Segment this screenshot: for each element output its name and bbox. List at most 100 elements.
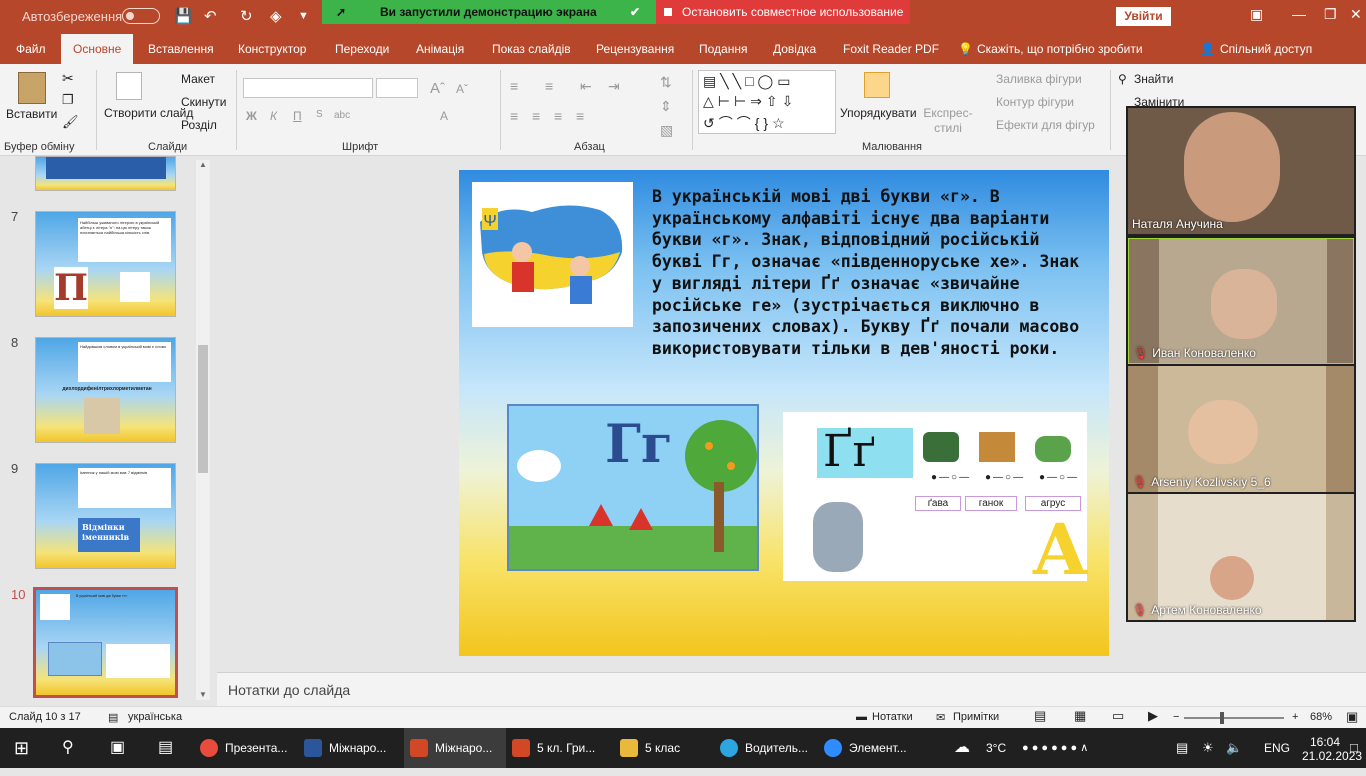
slide-thumbnail-10-selected[interactable]: В українській мові дві букви «г».	[33, 587, 178, 698]
bold-button[interactable]: Ж	[246, 109, 257, 123]
outdent-icon[interactable]: ⇥	[608, 78, 620, 95]
tray-icons[interactable]: ● ● ● ● ● ● ∧	[1022, 728, 1088, 768]
slide-body-text[interactable]: В українській мові дві букви «г». В укра…	[652, 186, 1087, 360]
keyboard-language[interactable]: ENG	[1264, 728, 1290, 768]
tell-me-search[interactable]: Скажіть, що потрібно зробити	[977, 42, 1143, 56]
font-family-select[interactable]	[243, 78, 373, 98]
slide-thumbnail-9[interactable]: Іменник у нашій мові має 7 відмінків Від…	[35, 463, 176, 569]
language-indicator[interactable]: українська	[128, 711, 182, 723]
ukraine-map-image[interactable]: Ψ	[472, 182, 633, 327]
zoom-in-icon[interactable]: +	[1292, 711, 1298, 723]
notes-pane[interactable]: Нотатки до слайда	[217, 672, 1366, 706]
zoom-out-icon[interactable]: −	[1173, 711, 1179, 723]
zoom-slider-handle[interactable]	[1220, 712, 1224, 724]
slide-thumbnail-8[interactable]: Найдовшим словом в українській мові є сл…	[35, 337, 176, 443]
slide-thumbnail-6[interactable]	[35, 156, 176, 191]
tab-transitions[interactable]: Переходи	[335, 42, 389, 56]
shape-row-2-icon[interactable]: △⊢⊢⇒⇧⇩	[703, 93, 797, 110]
align-text-icon[interactable]: ⇕	[660, 98, 672, 115]
copy-icon[interactable]: ❐	[62, 92, 74, 108]
temperature[interactable]: 3°C	[986, 728, 1006, 768]
taskbar-app-powerpoint-active[interactable]: Міжнаро...	[404, 728, 506, 768]
tab-help[interactable]: Довідка	[773, 42, 816, 56]
file-explorer-icon[interactable]: ▤	[158, 728, 173, 768]
fit-slide-icon[interactable]: ▣	[1346, 709, 1358, 725]
shape-row-1-icon[interactable]: ▤╲╲□◯▭	[703, 73, 794, 90]
autosave-toggle[interactable]	[122, 8, 160, 24]
letter-ge-picture[interactable]: Ґґ ●—○— ●—○— ●—○— ґава ганок агрус A	[783, 412, 1087, 591]
reading-view-icon[interactable]: ▭	[1112, 708, 1124, 724]
comments-toggle[interactable]: Примітки	[953, 711, 999, 723]
taskbar-app-telegram[interactable]: Водитель...	[716, 728, 816, 768]
volume-icon[interactable]: 🔈	[1226, 728, 1242, 768]
scroll-down-icon[interactable]: ▼	[199, 690, 207, 699]
tab-insert[interactable]: Вставлення	[148, 42, 214, 56]
redo-icon[interactable]: ↻	[240, 7, 253, 25]
strike-icon[interactable]: S	[316, 109, 323, 120]
shape-fill-button[interactable]: Заливка фігури	[996, 72, 1082, 86]
shrink-font-icon[interactable]: Aˇ	[456, 82, 468, 96]
spellcheck-icon[interactable]: ▤	[108, 711, 118, 724]
tab-animations[interactable]: Анімація	[416, 42, 464, 56]
shape-row-3-icon[interactable]: ↺⌒⌒{}☆	[703, 113, 789, 133]
new-slide-icon[interactable]	[116, 72, 142, 100]
slide-sorter-icon[interactable]: ▦	[1074, 708, 1086, 724]
section-button[interactable]: Розділ	[181, 118, 217, 132]
strikethrough-button[interactable]: abc	[334, 110, 350, 121]
text-direction-icon[interactable]: ⇅	[660, 74, 672, 91]
indent-icon[interactable]: ⇤	[580, 78, 592, 95]
bullets-icon[interactable]: ≡	[510, 78, 518, 94]
justify-icon[interactable]: ≡	[576, 108, 584, 124]
reset-button[interactable]: Скинути	[181, 95, 226, 109]
restore-icon[interactable]: ❐	[1324, 6, 1337, 23]
cut-icon[interactable]: ✂	[62, 70, 74, 87]
taskbar-app-folder[interactable]: 5 клас	[616, 728, 712, 768]
participant-tile[interactable]: Наталя Анучина	[1128, 108, 1354, 234]
underline-button[interactable]: П	[293, 109, 302, 123]
wifi-icon[interactable]: ☀	[1202, 728, 1214, 768]
login-button[interactable]: Увійти	[1116, 7, 1171, 26]
slideshow-icon[interactable]: ◈	[270, 7, 282, 25]
save-icon[interactable]: 💾	[174, 7, 193, 25]
taskbar-app-word[interactable]: Міжнаро...	[300, 728, 400, 768]
shapes-gallery[interactable]: ▤╲╲□◯▭ △⊢⊢⇒⇧⇩ ↺⌒⌒{}☆	[698, 70, 836, 134]
network-icon[interactable]: ▤	[1176, 728, 1188, 768]
tab-file[interactable]: Файл	[16, 42, 46, 56]
find-button[interactable]: Знайти	[1134, 72, 1173, 86]
close-icon[interactable]: ✕	[1350, 6, 1362, 23]
participant-tile[interactable]: 🎙 Иван Коноваленко	[1128, 238, 1354, 364]
share-button[interactable]: Спільний доступ	[1220, 42, 1312, 56]
normal-view-icon[interactable]: ▤	[1034, 708, 1046, 724]
weather-cloud-icon[interactable]: ☁	[954, 728, 970, 768]
customize-toolbar-icon[interactable]: ▼	[298, 10, 309, 22]
paste-button[interactable]: Вставити	[6, 107, 57, 121]
shape-effects-button[interactable]: Ефекти для фігур	[996, 118, 1095, 132]
layout-button[interactable]: Макет	[181, 72, 215, 86]
letter-g-picture[interactable]: Гг	[507, 404, 759, 571]
windows-start-icon[interactable]: ⊞	[14, 728, 29, 768]
smartart-icon[interactable]: ▧	[660, 122, 673, 139]
font-color-button[interactable]: А	[440, 109, 448, 123]
scrollbar-thumb[interactable]	[198, 345, 208, 473]
notifications-icon[interactable]: □	[1350, 728, 1358, 768]
tab-view[interactable]: Подання	[699, 42, 747, 56]
tab-home[interactable]: Основне	[61, 34, 134, 64]
undo-icon[interactable]: ↶	[204, 7, 217, 25]
grow-font-icon[interactable]: Aˆ	[430, 80, 445, 97]
font-size-select[interactable]	[376, 78, 418, 98]
new-slide-button[interactable]: Створити слайд	[104, 106, 193, 120]
italic-button[interactable]: К	[270, 109, 277, 123]
task-view-icon[interactable]: ▣	[110, 728, 125, 768]
zoom-slider[interactable]	[1184, 717, 1284, 719]
taskbar-app-zoom[interactable]: Элемент...	[820, 728, 920, 768]
align-right-icon[interactable]: ≡	[554, 108, 562, 124]
align-center-icon[interactable]: ≡	[532, 108, 540, 124]
taskbar-app-powerpoint[interactable]: 5 кл. Гри...	[508, 728, 612, 768]
slide-thumbnail-7[interactable]: Найбільш уживаного літерою в українській…	[35, 211, 176, 317]
paste-icon[interactable]	[18, 72, 46, 104]
taskbar-app-chrome[interactable]: Презента...	[196, 728, 296, 768]
quick-styles-button[interactable]: Експрес-стилі	[922, 106, 974, 136]
arrange-icon[interactable]	[864, 72, 890, 98]
search-icon[interactable]: ⚲	[62, 728, 74, 768]
numbering-icon[interactable]: ≡	[545, 78, 553, 94]
